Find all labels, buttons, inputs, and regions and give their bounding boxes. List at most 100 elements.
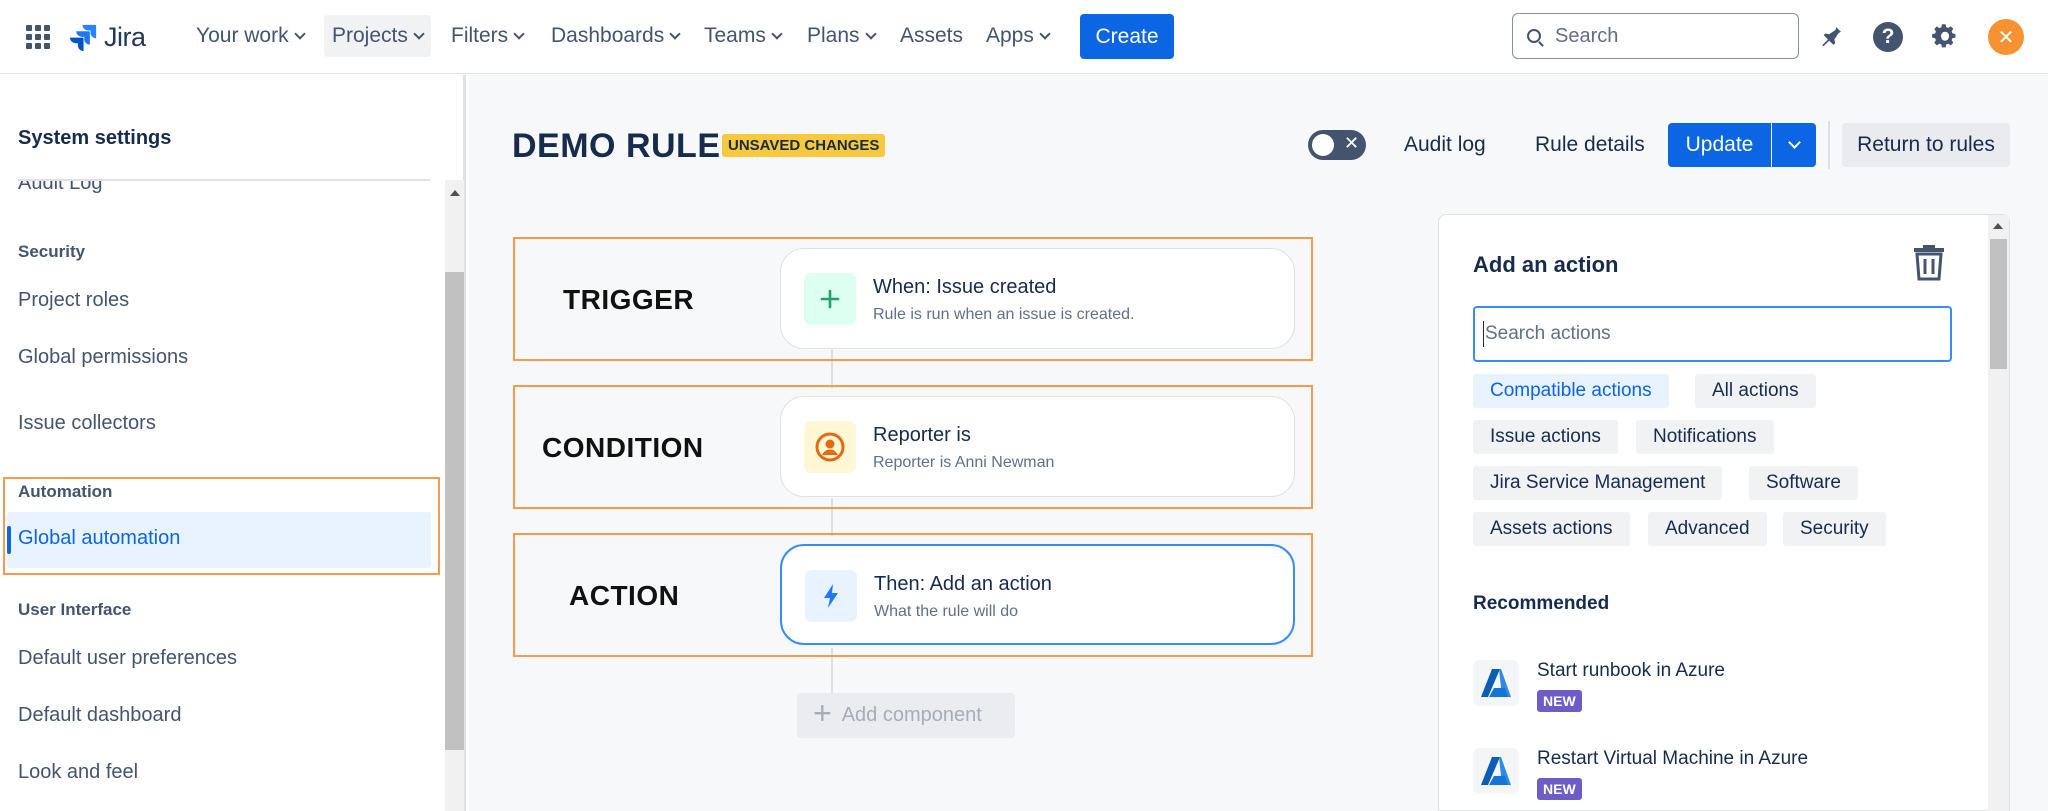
nav-label: Apps xyxy=(986,24,1034,47)
sidebar-item-default-dashboard[interactable]: Default dashboard xyxy=(18,704,181,727)
plus-icon xyxy=(804,273,856,325)
azure-icon xyxy=(1473,660,1519,706)
nav-filters[interactable]: Filters xyxy=(443,15,531,57)
panel-title: Add an action xyxy=(1473,252,1619,277)
panel-scrollbar[interactable] xyxy=(1988,215,2009,811)
chip-compatible-actions[interactable]: Compatible actions xyxy=(1473,374,1669,408)
add-component-button[interactable]: + Add component xyxy=(797,693,1015,738)
scroll-up-arrow-icon[interactable] xyxy=(1993,223,2003,229)
top-navigation: Jira Your work Projects Filters Dashboar… xyxy=(0,0,2048,74)
notifications-icon[interactable] xyxy=(1814,20,1848,54)
sidebar-item-audit-log[interactable]: Audit Log xyxy=(18,181,103,195)
app-switcher-icon[interactable] xyxy=(26,25,50,49)
scrollbar-thumb[interactable] xyxy=(1990,239,2007,369)
chip-software[interactable]: Software xyxy=(1749,466,1858,500)
rule-title: DEMO RULE xyxy=(512,127,721,165)
condition-step-card[interactable]: Reporter is Reporter is Anni Newman xyxy=(780,396,1295,497)
new-badge: NEW xyxy=(1537,778,1582,800)
update-button[interactable]: Update xyxy=(1668,123,1771,167)
sidebar: System settings Audit Log Security Proje… xyxy=(0,75,466,811)
sidebar-scrollbar[interactable] xyxy=(445,180,464,811)
nav-apps[interactable]: Apps xyxy=(978,15,1057,57)
help-icon[interactable]: ? xyxy=(1871,20,1905,54)
search-placeholder: Search xyxy=(1555,24,1619,47)
chip-assets-actions[interactable]: Assets actions xyxy=(1473,512,1630,546)
audit-log-button[interactable]: Audit log xyxy=(1404,133,1486,157)
action-step-card[interactable]: Then: Add an action What the rule will d… xyxy=(780,544,1295,645)
chip-security[interactable]: Security xyxy=(1783,512,1886,546)
recommended-action-restart-vm[interactable]: Restart Virtual Machine in Azure xyxy=(1537,748,1808,770)
nav-dashboards[interactable]: Dashboards xyxy=(543,15,687,57)
recommended-action-start-runbook[interactable]: Start runbook in Azure xyxy=(1537,660,1725,682)
close-icon: ✕ xyxy=(1344,133,1360,153)
trigger-label: TRIGGER xyxy=(563,284,695,315)
chevron-down-icon xyxy=(864,27,877,40)
sidebar-item-default-user-preferences[interactable]: Default user preferences xyxy=(18,647,237,670)
nav-assets[interactable]: Assets xyxy=(892,15,971,57)
nav-projects[interactable]: Projects xyxy=(324,15,431,57)
scroll-up-arrow-icon[interactable] xyxy=(450,190,460,196)
chevron-down-icon xyxy=(293,27,306,40)
chip-advanced[interactable]: Advanced xyxy=(1648,512,1767,546)
text-cursor xyxy=(1483,321,1484,347)
chip-all-actions[interactable]: All actions xyxy=(1695,374,1816,408)
create-button[interactable]: Create xyxy=(1080,14,1174,59)
search-icon xyxy=(1527,29,1541,43)
chevron-down-icon xyxy=(1039,27,1051,40)
new-badge: NEW xyxy=(1537,690,1582,712)
trigger-subtitle: Rule is run when an issue is created. xyxy=(873,306,1135,323)
jira-logo[interactable]: Jira xyxy=(68,20,146,54)
nav-plans[interactable]: Plans xyxy=(799,15,883,57)
header-separator xyxy=(1828,121,1830,169)
azure-icon xyxy=(1473,748,1519,794)
nav-your-work[interactable]: Your work xyxy=(188,15,312,57)
search-actions-placeholder: Search actions xyxy=(1485,323,1611,344)
global-search-input[interactable]: Search xyxy=(1512,13,1799,59)
rule-details-button[interactable]: Rule details xyxy=(1535,133,1645,157)
annotation-highlight-automation xyxy=(3,477,440,575)
condition-title: Reporter is xyxy=(873,424,971,446)
chip-notifications[interactable]: Notifications xyxy=(1636,420,1774,454)
return-to-rules-button[interactable]: Return to rules xyxy=(1842,123,2010,167)
scrollbar-thumb[interactable] xyxy=(445,272,464,750)
sidebar-item-global-permissions[interactable]: Global permissions xyxy=(18,346,188,369)
nav-teams[interactable]: Teams xyxy=(696,15,789,57)
sidebar-item-issue-collectors[interactable]: Issue collectors xyxy=(18,412,156,435)
nav-label: Your work xyxy=(196,24,289,47)
nav-label: Plans xyxy=(807,24,860,47)
action-subtitle: What the rule will do xyxy=(874,603,1019,620)
sidebar-title: System settings xyxy=(18,127,172,149)
sidebar-heading-user-interface: User Interface xyxy=(18,600,132,619)
chevron-down-icon xyxy=(513,27,525,40)
chip-jira-service-management[interactable]: Jira Service Management xyxy=(1473,466,1723,500)
nav-label: Projects xyxy=(332,24,408,47)
nav-label: Assets xyxy=(900,24,964,47)
update-dropdown-button[interactable] xyxy=(1772,123,1816,167)
search-actions-input[interactable]: Search actions xyxy=(1473,306,1952,362)
user-icon xyxy=(804,421,856,473)
plus-icon: + xyxy=(813,695,832,731)
nav-label: Filters xyxy=(451,24,509,47)
chevron-down-icon xyxy=(413,27,425,40)
trigger-step-card[interactable]: When: Issue created Rule is run when an … xyxy=(780,248,1295,349)
recommended-heading: Recommended xyxy=(1473,593,1610,614)
user-avatar[interactable]: ✕ xyxy=(1988,19,2024,55)
toggle-knob xyxy=(1312,134,1334,156)
lightning-icon xyxy=(805,570,857,622)
sidebar-item-project-roles[interactable]: Project roles xyxy=(18,289,129,312)
sidebar-heading-security: Security xyxy=(18,242,86,261)
add-component-label: Add component xyxy=(841,704,982,726)
nav-label: Dashboards xyxy=(551,24,665,47)
chip-issue-actions[interactable]: Issue actions xyxy=(1473,420,1618,454)
trash-icon[interactable] xyxy=(1912,243,1946,281)
chevron-down-icon xyxy=(669,27,681,40)
rule-enabled-toggle[interactable]: ✕ xyxy=(1308,130,1366,160)
chevron-down-icon xyxy=(771,27,783,40)
settings-gear-icon[interactable] xyxy=(1928,20,1962,54)
sidebar-item-look-and-feel[interactable]: Look and feel xyxy=(18,761,138,784)
condition-label: CONDITION xyxy=(542,432,704,463)
jira-logo-icon xyxy=(69,24,97,52)
condition-subtitle: Reporter is Anni Newman xyxy=(873,454,1055,471)
nav-label: Teams xyxy=(704,24,766,47)
action-label: ACTION xyxy=(569,580,680,611)
